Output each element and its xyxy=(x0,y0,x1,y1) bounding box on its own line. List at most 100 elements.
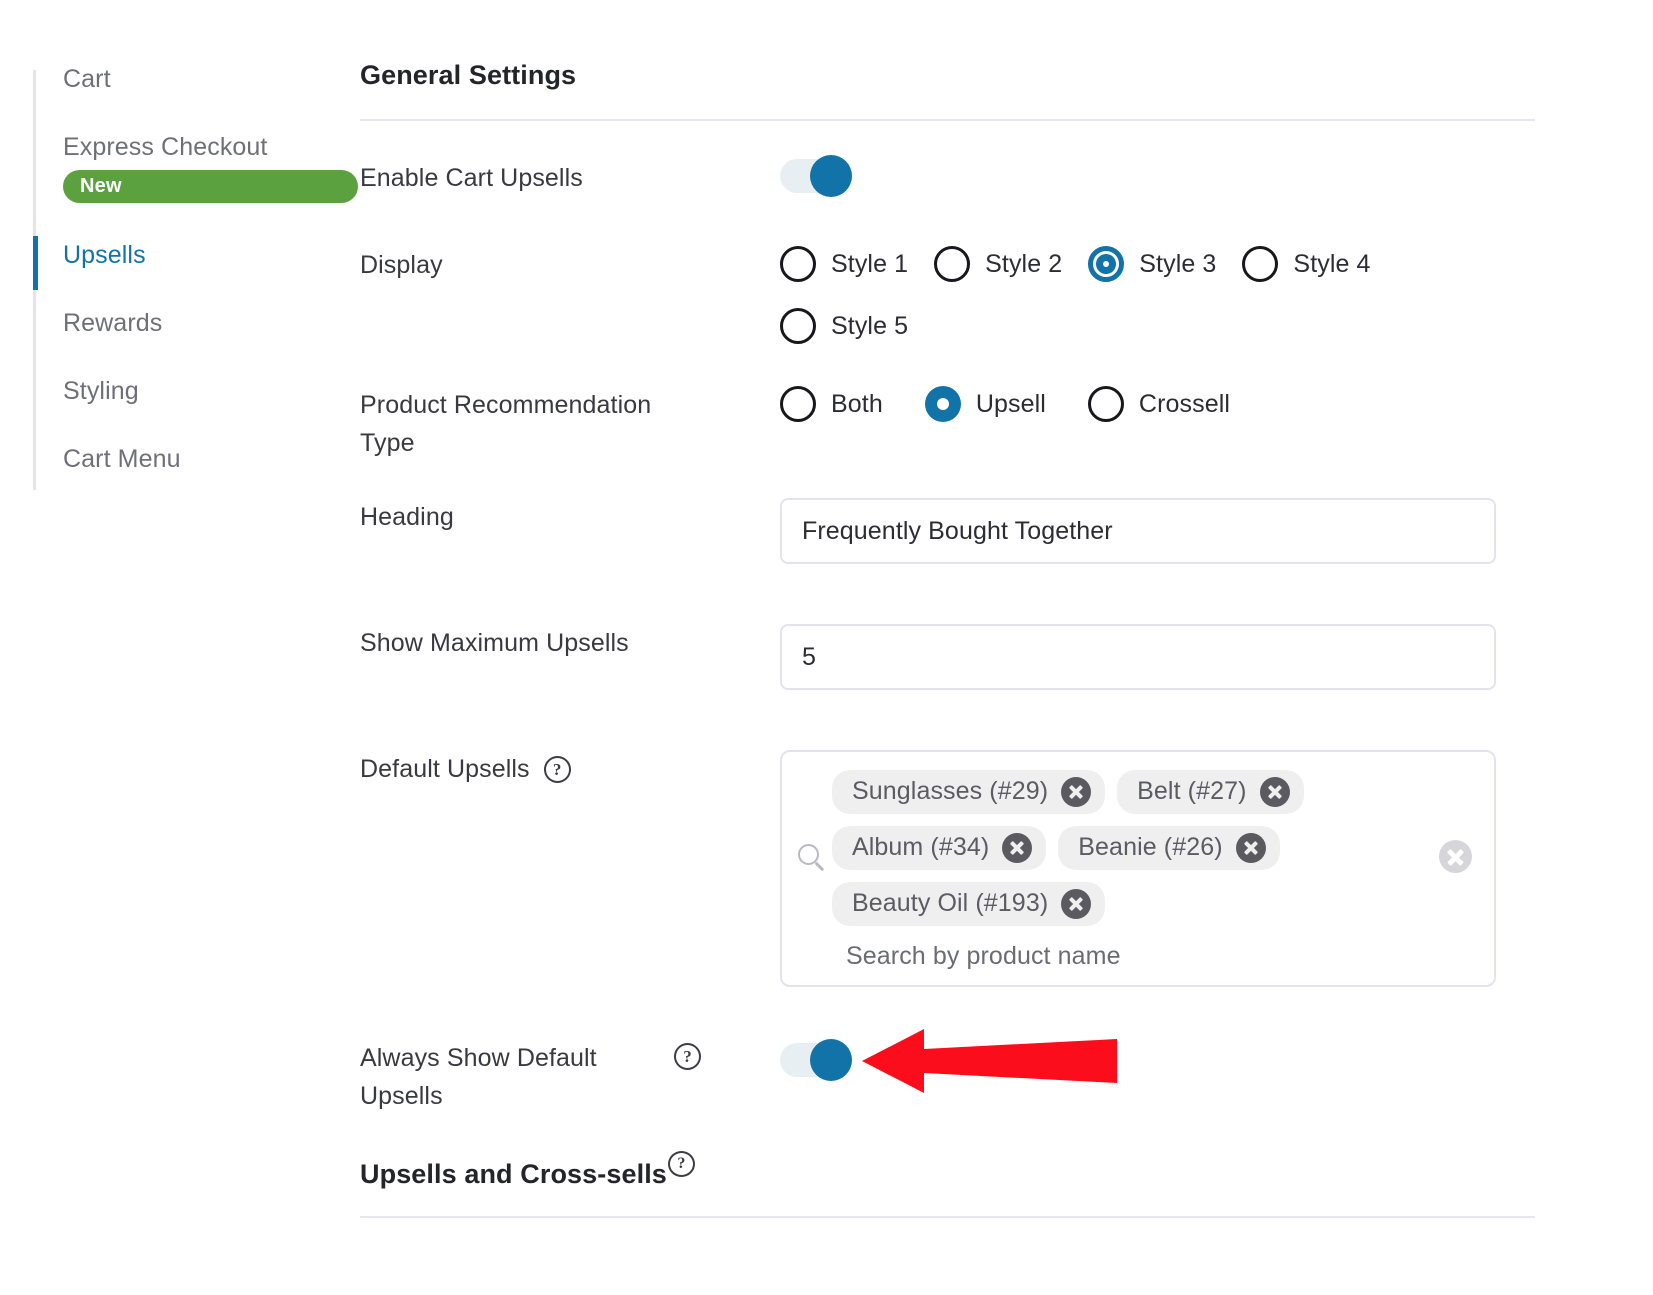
help-icon[interactable]: ? xyxy=(674,1043,701,1070)
radio-mark xyxy=(780,386,816,422)
sidebar-item-label: Upsells xyxy=(63,241,146,269)
field-label: Always Show Default Upsells ? xyxy=(360,1039,780,1115)
sidebar-item-label: Styling xyxy=(63,377,139,405)
label-text: Show Maximum Upsells xyxy=(360,629,629,657)
title-divider xyxy=(360,119,1535,121)
radio-label: Style 2 xyxy=(985,249,1063,278)
sidebar-item-rewards[interactable]: Rewards xyxy=(0,308,358,376)
sidebar-item-list: Cart Express Checkout New Upsells Reward… xyxy=(0,64,358,512)
radio-label: Style 1 xyxy=(831,249,909,278)
sidebar-item-upsells[interactable]: Upsells xyxy=(0,236,358,308)
sidebar-item-cart-menu[interactable]: Cart Menu xyxy=(0,444,358,512)
field-label: Heading xyxy=(360,498,780,536)
chip-item: Beauty Oil (#193) xyxy=(832,882,1106,926)
field-label: Product Recommendation Type xyxy=(360,386,780,462)
chip-remove-icon[interactable] xyxy=(1061,888,1092,919)
chip-item: Sunglasses (#29) xyxy=(832,770,1106,814)
field-label: Display xyxy=(360,246,780,284)
clear-all-icon[interactable] xyxy=(1439,840,1472,873)
sidebar-item-cart[interactable]: Cart xyxy=(0,64,358,132)
radio-label: Both xyxy=(831,389,883,418)
max-upsells-input[interactable] xyxy=(780,624,1496,690)
sidebar-item-styling[interactable]: Styling xyxy=(0,376,358,444)
label-text: Default Upsells xyxy=(360,755,530,783)
radio-label: Style 4 xyxy=(1293,249,1371,278)
new-badge: New xyxy=(63,170,358,203)
row-always-show-default-upsells: Always Show Default Upsells ? xyxy=(360,1039,1535,1115)
toggle-knob xyxy=(810,155,852,197)
radio-mark-selected xyxy=(924,386,961,422)
heading-input[interactable] xyxy=(780,498,1496,564)
radio-label: Style 3 xyxy=(1139,249,1217,278)
sidebar-item-label: Cart Menu xyxy=(63,445,181,473)
radio-both[interactable]: Both xyxy=(780,386,883,422)
help-icon[interactable]: ? xyxy=(543,756,571,783)
chip-list: Sunglasses (#29) Belt (#27) Album (#34) xyxy=(832,770,1424,938)
field-label: Default Upsells ? xyxy=(360,750,780,788)
chip-label: Beauty Oil (#193) xyxy=(852,889,1049,917)
chip-label: Album (#34) xyxy=(852,833,990,861)
radio-mark xyxy=(1242,246,1279,282)
upsells-cross-sells-section: Upsells and Cross-sells ? xyxy=(360,1151,1535,1218)
section-heading: Upsells and Cross-sells ? xyxy=(360,1151,1535,1190)
chip-item: Beanie (#26) xyxy=(1058,826,1280,870)
sidebar-item-label: Rewards xyxy=(63,309,163,337)
chip-label: Belt (#27) xyxy=(1137,777,1247,805)
toggle-knob xyxy=(810,1039,852,1081)
sidebar-nav: Cart Express Checkout New Upsells Reward… xyxy=(0,0,358,1295)
radio-style-3[interactable]: Style 3 xyxy=(1088,246,1216,282)
section-heading-text: Upsells and Cross-sells xyxy=(360,1159,667,1189)
enable-cart-upsells-toggle[interactable] xyxy=(780,155,852,197)
always-show-default-upsells-toggle[interactable] xyxy=(780,1039,852,1081)
chip-remove-icon[interactable] xyxy=(1061,776,1092,807)
radio-style-1[interactable]: Style 1 xyxy=(780,246,908,282)
radio-style-5[interactable]: Style 5 xyxy=(780,308,908,344)
settings-page: Cart Express Checkout New Upsells Reward… xyxy=(0,0,1653,1295)
radio-label: Style 5 xyxy=(831,311,909,340)
label-text: Always Show Default Upsells xyxy=(360,1044,597,1110)
radio-label: Crossell xyxy=(1138,389,1231,418)
recommendation-type-radio-group: Both Upsell Crossell xyxy=(780,386,1535,422)
radio-crossell[interactable]: Crossell xyxy=(1087,386,1231,422)
page-title: General Settings xyxy=(360,60,577,90)
label-text: Enable Cart Upsells xyxy=(360,164,583,192)
radio-mark-selected xyxy=(1088,246,1125,282)
row-display: Display Style 1 Style 2 Style 3 Style 4 … xyxy=(360,246,1535,344)
chip-item: Album (#34) xyxy=(832,826,1047,870)
chip-label: Beanie (#26) xyxy=(1078,833,1223,861)
radio-mark xyxy=(780,308,816,344)
sidebar-item-label: Cart xyxy=(63,65,111,93)
product-search-input[interactable]: Search by product name xyxy=(832,942,1424,971)
row-default-upsells: Default Upsells ? Sunglasses (#29) Belt … xyxy=(360,750,1535,987)
chip-item: Belt (#27) xyxy=(1117,770,1304,814)
radio-style-2[interactable]: Style 2 xyxy=(934,246,1062,282)
chip-remove-icon[interactable] xyxy=(1259,776,1290,807)
radio-mark xyxy=(1087,386,1124,422)
label-text: Product Recommendation Type xyxy=(360,391,652,457)
section-divider xyxy=(360,1216,1535,1218)
radio-mark xyxy=(934,246,971,282)
field-label: Enable Cart Upsells xyxy=(360,159,780,197)
settings-main: General Settings Enable Cart Upsells Dis… xyxy=(358,0,1653,1295)
label-text: Heading xyxy=(360,503,454,531)
radio-style-4[interactable]: Style 4 xyxy=(1242,246,1370,282)
active-indicator xyxy=(33,236,38,290)
chip-label: Sunglasses (#29) xyxy=(852,777,1049,805)
radio-upsell[interactable]: Upsell xyxy=(924,386,1046,422)
help-icon[interactable]: ? xyxy=(667,1151,695,1177)
label-text: Display xyxy=(360,251,443,279)
chip-remove-icon[interactable] xyxy=(1235,832,1266,863)
radio-label: Upsell xyxy=(975,389,1046,418)
row-enable-cart-upsells: Enable Cart Upsells xyxy=(360,155,1535,198)
sidebar-item-express-checkout[interactable]: Express Checkout New xyxy=(0,132,358,240)
row-max-upsells: Show Maximum Upsells xyxy=(360,624,1535,690)
radio-mark xyxy=(780,246,816,282)
sidebar-item-label: Express Checkout xyxy=(63,133,268,161)
row-recommendation-type: Product Recommendation Type Both Upsell … xyxy=(360,386,1535,462)
chip-remove-icon[interactable] xyxy=(1002,832,1033,863)
field-label: Show Maximum Upsells xyxy=(360,624,780,662)
display-style-radio-group: Style 1 Style 2 Style 3 Style 4 Style 5 xyxy=(780,246,1480,344)
search-icon xyxy=(798,844,828,874)
row-heading: Heading xyxy=(360,498,1535,564)
default-upsells-token-field[interactable]: Sunglasses (#29) Belt (#27) Album (#34) xyxy=(780,750,1496,987)
